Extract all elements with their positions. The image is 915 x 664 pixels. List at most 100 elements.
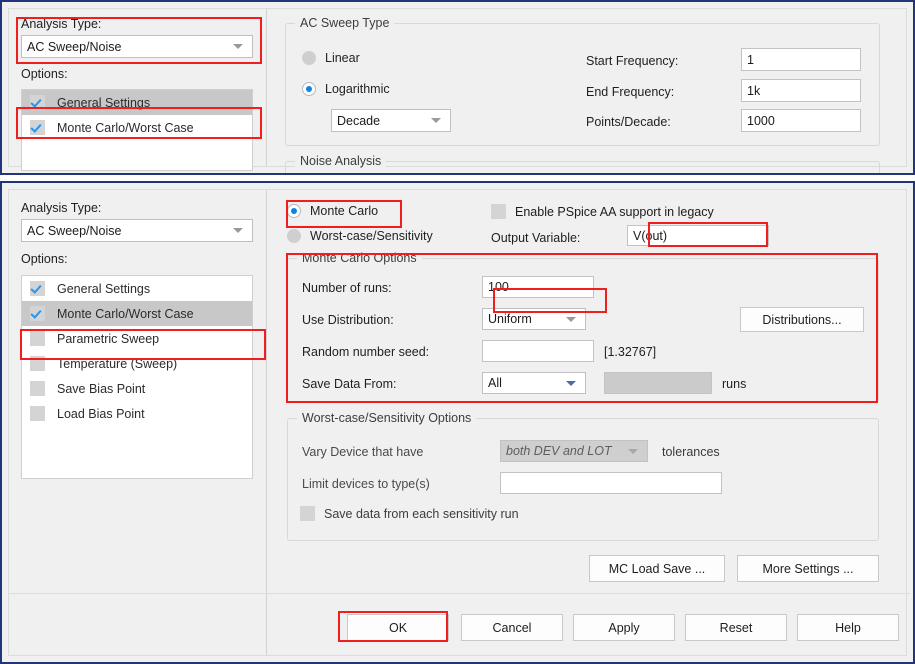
end-frequency-value: 1k <box>747 83 761 98</box>
checkbox-icon[interactable] <box>30 406 45 421</box>
points-per-decade-label: Points/Decade: <box>586 115 671 129</box>
output-variable-label: Output Variable: <box>491 231 581 245</box>
ok-button[interactable]: OK <box>347 614 449 641</box>
save-data-runs-input <box>604 372 712 394</box>
worst-case-options-title: Worst-case/Sensitivity Options <box>297 411 477 425</box>
sweep-scale-combo[interactable]: Decade <box>331 109 451 132</box>
radio-monte-carlo-label: Monte Carlo <box>310 204 379 218</box>
use-distribution-combo[interactable]: Uniform <box>482 308 586 330</box>
random-number-seed-label: Random number seed: <box>302 345 430 359</box>
help-button[interactable]: Help <box>797 614 899 641</box>
analysis-type-value-bottom: AC Sweep/Noise <box>27 223 122 238</box>
checkbox-icon[interactable] <box>30 331 45 346</box>
list-item[interactable]: Monte Carlo/Worst Case <box>22 115 252 140</box>
list-item[interactable]: Save Bias Point <box>22 376 252 401</box>
top-left-column: Analysis Type: AC Sweep/Noise Options: G… <box>9 9 267 171</box>
use-distribution-label: Use Distribution: <box>302 313 394 327</box>
options-label-top: Options: <box>21 67 68 81</box>
bottom-left-column: Analysis Type: AC Sweep/Noise Options: G… <box>9 190 267 655</box>
checkbox-icon[interactable] <box>30 281 45 296</box>
reset-button-label: Reset <box>719 620 753 635</box>
list-item-label: Parametric Sweep <box>57 331 160 346</box>
list-item[interactable]: General Settings <box>22 90 252 115</box>
ac-sweep-type-group: AC Sweep Type Linear Logarithmic Decade … <box>285 16 880 146</box>
number-of-runs-label: Number of runs: <box>302 281 392 295</box>
vary-device-label: Vary Device that have <box>302 445 424 459</box>
analysis-type-combo-bottom[interactable]: AC Sweep/Noise <box>21 219 253 242</box>
analysis-type-combo-top[interactable]: AC Sweep/Noise <box>21 35 253 58</box>
random-number-seed-input[interactable] <box>482 340 594 362</box>
list-item-label: Monte Carlo/Worst Case <box>57 120 194 135</box>
limit-devices-label: Limit devices to type(s) <box>302 477 430 491</box>
checkbox-icon[interactable] <box>30 306 45 321</box>
top-right-column: AC Sweep Type Linear Logarithmic Decade … <box>267 9 906 173</box>
checkbox-icon[interactable] <box>30 381 45 396</box>
radio-worst-case-label: Worst-case/Sensitivity <box>310 229 433 243</box>
apply-button[interactable]: Apply <box>573 614 675 641</box>
checkbox-icon <box>300 506 315 521</box>
save-data-from-combo[interactable]: All <box>482 372 586 394</box>
enable-pspice-aa-checkbox[interactable]: Enable PSpice AA support in legacy <box>491 204 714 219</box>
start-frequency-value: 1 <box>747 52 754 67</box>
ok-button-label: OK <box>388 620 408 635</box>
list-item[interactable]: General Settings <box>22 276 252 301</box>
list-item[interactable]: Temperature (Sweep) <box>22 351 252 376</box>
points-per-decade-value: 1000 <box>747 113 775 128</box>
save-sensitivity-data-checkbox[interactable]: Save data from each sensitivity run <box>300 506 519 521</box>
more-settings-button[interactable]: More Settings ... <box>737 555 879 582</box>
worst-case-options-group: Worst-case/Sensitivity Options Vary Devi… <box>287 411 879 541</box>
radio-dot-icon <box>287 229 301 243</box>
limit-devices-input[interactable] <box>500 472 722 494</box>
list-item-label: General Settings <box>57 281 151 296</box>
bottom-right-column: Monte Carlo Worst-case/Sensitivity Enabl… <box>267 190 906 655</box>
radio-linear[interactable]: Linear <box>302 51 360 65</box>
start-frequency-label: Start Frequency: <box>586 54 679 68</box>
list-item-label: Save Bias Point <box>57 381 146 396</box>
radio-monte-carlo[interactable]: Monte Carlo <box>287 204 378 218</box>
checkbox-icon[interactable] <box>30 356 45 371</box>
radio-worst-case-sensitivity[interactable]: Worst-case/Sensitivity <box>287 229 433 243</box>
options-listbox-bottom[interactable]: General Settings Monte Carlo/Worst Case … <box>21 275 253 479</box>
mc-load-save-button[interactable]: MC Load Save ... <box>589 555 725 582</box>
chevron-down-icon <box>233 44 243 49</box>
chevron-down-icon <box>566 380 576 386</box>
list-item[interactable]: Load Bias Point <box>22 401 252 426</box>
options-label-bottom: Options: <box>21 252 68 266</box>
analysis-type-label-bottom: Analysis Type: <box>21 201 102 215</box>
checkbox-icon[interactable] <box>30 95 45 110</box>
save-sensitivity-data-label: Save data from each sensitivity run <box>324 506 519 521</box>
save-data-from-label: Save Data From: <box>302 377 397 391</box>
points-per-decade-input[interactable]: 1000 <box>741 109 861 132</box>
simulation-settings-panel-top: Analysis Type: AC Sweep/Noise Options: G… <box>0 0 915 175</box>
vary-device-combo: both DEV and LOT <box>500 440 648 462</box>
radio-logarithmic-label: Logarithmic <box>325 82 390 96</box>
runs-suffix-label: runs <box>722 377 747 391</box>
button-bar-divider <box>9 593 910 594</box>
noise-analysis-group: Noise Analysis <box>285 154 880 173</box>
random-seed-hint: [1.32767] <box>604 345 657 359</box>
checkbox-icon[interactable] <box>30 120 45 135</box>
list-item[interactable]: Monte Carlo/Worst Case <box>22 301 252 326</box>
distributions-button[interactable]: Distributions... <box>740 307 864 332</box>
radio-logarithmic[interactable]: Logarithmic <box>302 82 390 96</box>
reset-button[interactable]: Reset <box>685 614 787 641</box>
end-frequency-input[interactable]: 1k <box>741 79 861 102</box>
apply-button-label: Apply <box>608 620 640 635</box>
analysis-type-value-top: AC Sweep/Noise <box>27 39 122 54</box>
cancel-button[interactable]: Cancel <box>461 614 563 641</box>
list-item-label: General Settings <box>57 95 151 110</box>
list-item[interactable]: Parametric Sweep <box>22 326 252 351</box>
distributions-button-label: Distributions... <box>762 312 842 327</box>
end-frequency-label: End Frequency: <box>586 85 675 99</box>
radio-dot-icon <box>287 204 301 218</box>
chevron-down-icon <box>431 118 441 123</box>
list-item-label: Load Bias Point <box>57 406 145 421</box>
number-of-runs-input[interactable]: 100 <box>482 276 594 298</box>
output-variable-input[interactable]: V(out) <box>627 225 769 246</box>
checkbox-icon <box>491 204 506 219</box>
cancel-button-label: Cancel <box>492 620 532 635</box>
options-listbox-top[interactable]: General Settings Monte Carlo/Worst Case <box>21 89 253 171</box>
screenshot-root: Analysis Type: AC Sweep/Noise Options: G… <box>0 0 915 664</box>
start-frequency-input[interactable]: 1 <box>741 48 861 71</box>
tolerances-suffix-label: tolerances <box>662 445 720 459</box>
